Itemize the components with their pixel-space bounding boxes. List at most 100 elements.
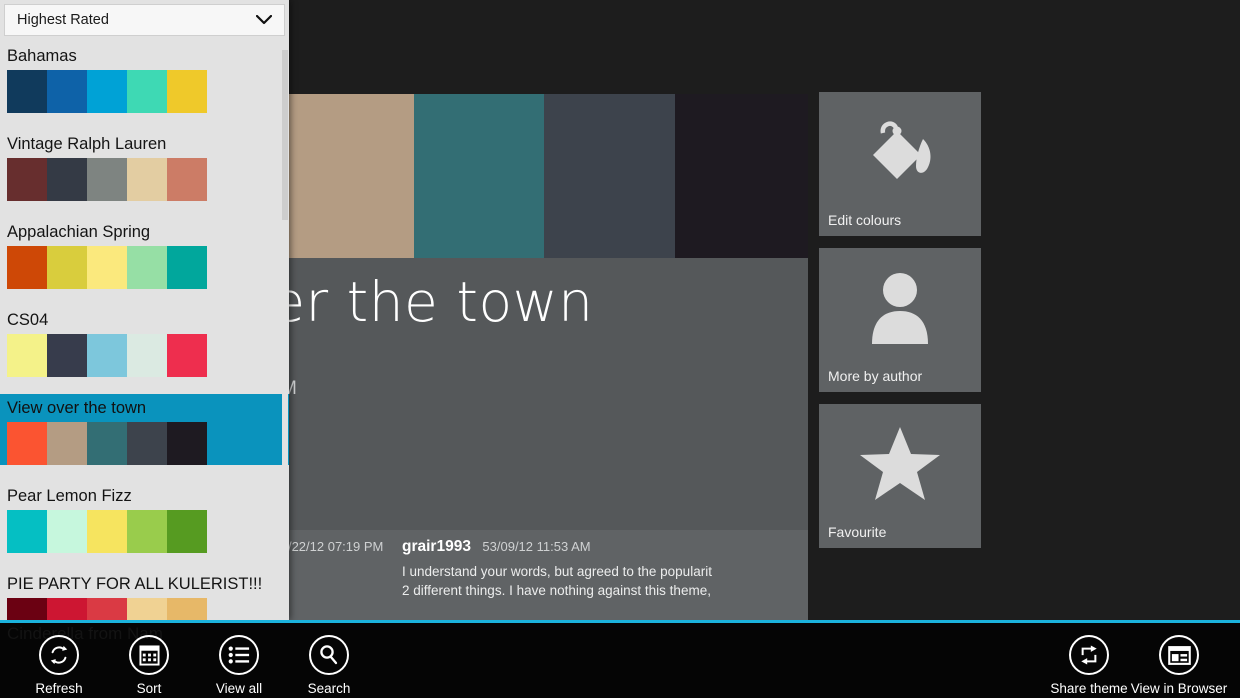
action-tiles: Edit colours More by author	[819, 92, 981, 560]
star-icon	[819, 418, 981, 510]
theme-swatch	[87, 334, 127, 377]
comment-date: 19/22/12 07:19 PM	[274, 539, 384, 554]
theme-list-item[interactable]: PIE PARTY FOR ALL KULERIST!!!	[0, 570, 289, 620]
tile-label: Edit colours	[828, 212, 901, 228]
theme-list-item-name: CS04	[0, 306, 289, 334]
theme-list-item-swatches	[7, 158, 207, 201]
chevron-down-icon	[256, 15, 272, 25]
theme-list[interactable]: Bahamas Vintage Ralph Lauren Appalachian S…	[0, 42, 289, 620]
theme-swatch	[167, 510, 207, 553]
theme-swatch	[167, 334, 207, 377]
theme-swatch	[7, 334, 47, 377]
theme-swatch	[167, 598, 207, 620]
app-bar: Cinderella from Nam Refresh	[0, 620, 1240, 698]
theme-list-item-swatches	[7, 422, 207, 465]
tile-favourite[interactable]: Favourite	[819, 404, 981, 548]
search-icon	[309, 635, 349, 675]
button-label: Sort	[137, 681, 162, 696]
sort-button[interactable]: Sort	[104, 635, 194, 696]
preview-swatch	[272, 94, 414, 258]
search-button[interactable]: Search	[284, 635, 374, 696]
theme-swatch	[87, 422, 127, 465]
tile-label: More by author	[828, 368, 922, 384]
theme-swatch	[47, 158, 87, 201]
theme-list-item-name: Vintage Ralph Lauren	[0, 130, 289, 158]
theme-swatch	[87, 70, 127, 113]
refresh-button[interactable]: Refresh	[14, 635, 104, 696]
theme-swatch	[7, 422, 47, 465]
theme-swatch	[47, 70, 87, 113]
share-icon	[1069, 635, 1109, 675]
theme-list-item[interactable]: Appalachian Spring	[0, 218, 289, 289]
theme-swatch	[127, 598, 167, 620]
theme-swatch	[87, 246, 127, 289]
theme-swatch	[87, 158, 127, 201]
theme-swatch	[87, 510, 127, 553]
theme-swatch	[47, 598, 87, 620]
theme-swatch	[127, 510, 167, 553]
theme-list-item[interactable]: Vintage Ralph Lauren	[0, 130, 289, 201]
theme-swatch	[47, 422, 87, 465]
share-theme-button[interactable]: Share theme	[1044, 635, 1134, 696]
theme-list-item-name: Bahamas	[0, 42, 289, 70]
grid-icon	[129, 635, 169, 675]
theme-swatch	[167, 158, 207, 201]
theme-list-item[interactable]: Bahamas	[0, 42, 289, 113]
theme-list-item[interactable]: Pear Lemon Fizz	[0, 482, 289, 553]
app-root: over the town : 12:00 AM shengeih 19/22/…	[0, 0, 1240, 698]
comment-body-line: 2 different things. I have nothing again…	[402, 581, 802, 600]
theme-swatch	[167, 70, 207, 113]
view-all-button[interactable]: View all	[194, 635, 284, 696]
theme-list-item-swatches	[7, 510, 207, 553]
person-icon	[819, 262, 981, 354]
theme-list-flyout: Highest Rated Bahamas Vintage Ralph Laure…	[0, 0, 289, 620]
app-bar-left-group: Refresh Sort	[14, 635, 374, 696]
comment-item: grair1993 53/09/12 11:53 AM I understand…	[402, 538, 802, 600]
theme-swatch	[47, 246, 87, 289]
paint-bucket-icon	[819, 106, 981, 198]
list-gap	[0, 377, 289, 394]
list-gap	[0, 113, 289, 130]
theme-list-item-swatches	[7, 246, 207, 289]
tile-more-by-author[interactable]: More by author	[819, 248, 981, 392]
theme-swatch	[87, 598, 127, 620]
theme-list-item[interactable]: View over the town	[0, 394, 289, 465]
refresh-icon	[39, 635, 79, 675]
theme-swatch	[127, 334, 167, 377]
sort-dropdown[interactable]: Highest Rated	[4, 4, 285, 36]
preview-swatch	[544, 94, 674, 258]
theme-swatch	[7, 70, 47, 113]
theme-swatch	[127, 246, 167, 289]
list-gap	[0, 553, 289, 570]
button-label: Refresh	[35, 681, 82, 696]
list-gap	[0, 201, 289, 218]
theme-list-item-name: PIE PARTY FOR ALL KULERIST!!!	[0, 570, 289, 598]
theme-swatch	[167, 422, 207, 465]
comment-author: grair1993	[402, 538, 471, 555]
list-gap	[0, 289, 289, 306]
button-label: View all	[216, 681, 262, 696]
theme-swatch	[7, 510, 47, 553]
theme-list-item[interactable]: CS04	[0, 306, 289, 377]
button-label: Search	[308, 681, 351, 696]
preview-swatch	[675, 94, 808, 258]
theme-swatch	[7, 158, 47, 201]
theme-swatch	[127, 70, 167, 113]
button-label: Share theme	[1050, 681, 1127, 696]
theme-swatch	[7, 598, 47, 620]
theme-list-item-swatches	[7, 598, 207, 620]
theme-swatch	[167, 246, 207, 289]
theme-list-item-name: Pear Lemon Fizz	[0, 482, 289, 510]
browser-icon	[1159, 635, 1199, 675]
comment-header: grair1993 53/09/12 11:53 AM	[402, 538, 802, 556]
theme-list-item-swatches	[7, 334, 207, 377]
list-icon	[219, 635, 259, 675]
theme-swatch	[47, 334, 87, 377]
app-bar-right-group: Share theme View in Browser	[1044, 635, 1224, 696]
comment-body-line: I understand your words, but agreed to t…	[402, 562, 802, 581]
theme-swatch	[7, 246, 47, 289]
tile-edit-colours[interactable]: Edit colours	[819, 92, 981, 236]
view-in-browser-button[interactable]: View in Browser	[1134, 635, 1224, 696]
sidebar-scrollbar-thumb[interactable]	[282, 50, 288, 220]
preview-swatch	[414, 94, 544, 258]
